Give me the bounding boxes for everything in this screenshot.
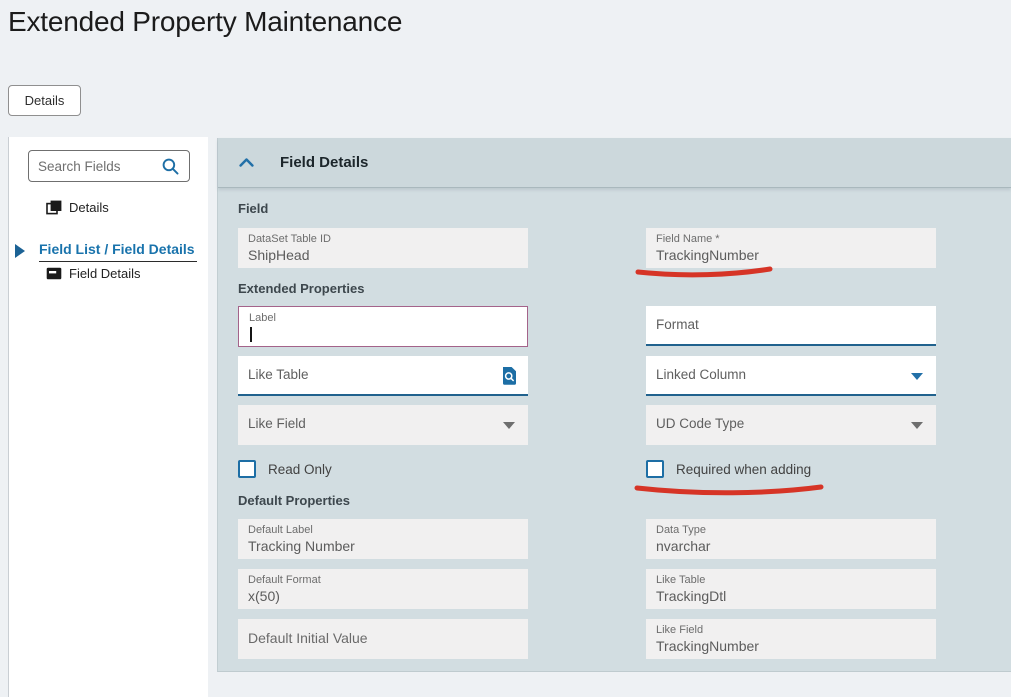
- section-label-extended-properties: Extended Properties: [238, 281, 364, 296]
- default-like-field-field: Like Field TrackingNumber: [646, 619, 936, 659]
- chevron-down-icon[interactable]: [911, 373, 923, 380]
- field-label: Default Label: [248, 524, 313, 536]
- search-document-icon[interactable]: [502, 367, 517, 390]
- field-name-field: Field Name * TrackingNumber: [646, 228, 936, 268]
- default-like-table-field: Like Table TrackingDtl: [646, 569, 936, 609]
- linked-column-dropdown[interactable]: Linked Column: [646, 356, 936, 396]
- sidebar: Details Field List / Field Details Field…: [8, 137, 208, 697]
- selected-underline: [39, 261, 197, 262]
- read-only-checkbox[interactable]: [238, 460, 256, 478]
- collapse-chevron-up-icon[interactable]: [239, 158, 254, 167]
- field-value: x(50): [248, 588, 280, 604]
- field-label: DataSet Table ID: [248, 233, 331, 245]
- details-tab-button[interactable]: Details: [8, 85, 81, 116]
- search-input[interactable]: [38, 152, 158, 180]
- chevron-down-icon: [503, 422, 515, 429]
- ud-code-type-dropdown: UD Code Type: [646, 405, 936, 445]
- default-label-field: Default Label Tracking Number: [238, 519, 528, 559]
- sidebar-item-field-details[interactable]: Field Details: [46, 266, 141, 281]
- format-input[interactable]: Format: [646, 306, 936, 346]
- data-type-field: Data Type nvarchar: [646, 519, 936, 559]
- field-label: UD Code Type: [656, 416, 744, 431]
- read-only-checkbox-row[interactable]: Read Only: [238, 460, 332, 478]
- default-format-field: Default Format x(50): [238, 569, 528, 609]
- field-value: TrackingDtl: [656, 588, 726, 604]
- field-details-panel: Field Details Field DataSet Table ID Shi…: [217, 138, 1011, 672]
- form-field-icon: [46, 267, 62, 280]
- field-label: Field Name *: [656, 233, 720, 245]
- panel-title: Field Details: [280, 154, 368, 171]
- search-fields-box[interactable]: [28, 150, 190, 182]
- field-value: Tracking Number: [248, 538, 355, 554]
- field-label: Default Initial Value: [248, 630, 368, 646]
- selected-arrow-icon: [15, 244, 25, 258]
- field-label: Default Format: [248, 574, 321, 586]
- field-value: ShipHead: [248, 247, 310, 263]
- sidebar-item-label: Details: [69, 200, 109, 215]
- page-title: Extended Property Maintenance: [8, 6, 402, 38]
- checkbox-label: Read Only: [268, 462, 332, 477]
- like-table-lookup[interactable]: Like Table: [238, 356, 528, 396]
- like-field-dropdown: Like Field: [238, 405, 528, 445]
- dataset-table-id-field: DataSet Table ID ShipHead: [238, 228, 528, 268]
- section-label-default-properties: Default Properties: [238, 493, 350, 508]
- field-label: Like Table: [248, 367, 309, 382]
- search-icon[interactable]: [161, 157, 180, 176]
- label-input[interactable]: Label: [238, 306, 528, 347]
- sidebar-item-details[interactable]: Details: [46, 200, 109, 215]
- section-label-field: Field: [238, 201, 268, 216]
- sidebar-item-label-selected: Field List / Field Details: [39, 241, 195, 257]
- field-label: Label: [249, 312, 276, 324]
- chevron-down-icon: [911, 422, 923, 429]
- field-details-panel-header[interactable]: Field Details: [218, 138, 1011, 188]
- required-when-adding-checkbox-row[interactable]: Required when adding: [646, 460, 811, 478]
- field-value: nvarchar: [656, 538, 710, 554]
- field-value: TrackingNumber: [656, 638, 759, 654]
- field-value: TrackingNumber: [656, 247, 759, 263]
- field-label: Like Field: [248, 416, 306, 431]
- field-label: Format: [656, 317, 699, 332]
- checkbox-label: Required when adding: [676, 462, 811, 477]
- sidebar-item-field-list-field-details[interactable]: Field List / Field Details: [9, 240, 209, 262]
- details-pages-icon: [46, 200, 62, 215]
- default-initial-value-field: Default Initial Value: [238, 619, 528, 659]
- sidebar-item-label: Field Details: [69, 266, 141, 281]
- field-label: Like Field: [656, 624, 703, 636]
- field-label: Linked Column: [656, 367, 746, 382]
- text-caret: [250, 327, 252, 342]
- field-label: Like Table: [656, 574, 705, 586]
- required-when-adding-checkbox[interactable]: [646, 460, 664, 478]
- field-label: Data Type: [656, 524, 706, 536]
